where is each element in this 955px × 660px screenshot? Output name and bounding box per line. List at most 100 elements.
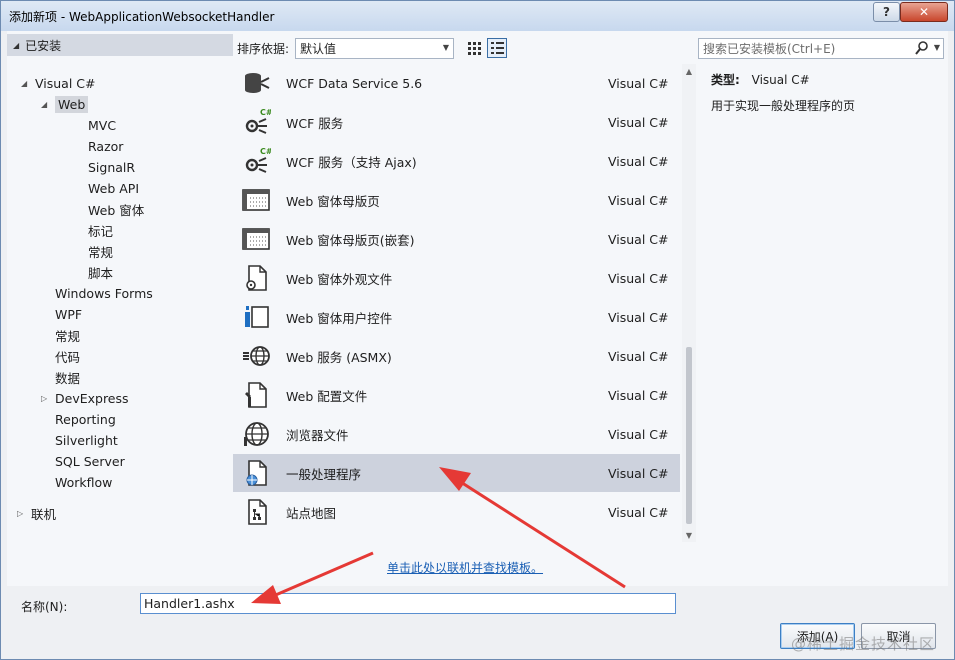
tree-item-label: DevExpress [55, 390, 129, 406]
scroll-thumb[interactable] [686, 347, 692, 524]
tree-item-label: Workflow [55, 474, 113, 490]
tree-item[interactable]: WPF [55, 304, 82, 324]
template-row[interactable]: Web 窗体外观文件 Visual C# [233, 259, 680, 297]
name-label: 名称(N): [21, 600, 68, 614]
template-row[interactable]: Web 窗体母版页 Visual C# [233, 181, 680, 219]
tree-item[interactable]: 代码 [55, 346, 80, 366]
tree-item-label: SignalR [88, 159, 136, 175]
tree-item-label: MVC [88, 117, 117, 133]
tree-item[interactable]: 常规 [88, 241, 113, 261]
tree-item[interactable]: 数据 [55, 367, 80, 387]
type-value: Visual C# [751, 73, 810, 87]
template-row[interactable]: C# WCF 服务 Visual C# [233, 103, 680, 141]
svg-text:C#: C# [260, 147, 271, 156]
description-text: 用于实现一般处理程序的页 [711, 99, 856, 113]
tree-item[interactable]: MVC [88, 115, 116, 135]
expanded-arrow-icon[interactable]: ◢ [21, 79, 35, 88]
template-row[interactable]: Web 窗体用户控件 Visual C# [233, 298, 680, 336]
template-row[interactable]: Web 配置文件 Visual C# [233, 376, 680, 414]
template-name: Web 窗体母版页 [286, 193, 380, 209]
tree-item[interactable]: Razor [88, 136, 123, 156]
tree-item-label: Web [55, 95, 89, 113]
template-language: Visual C# [608, 270, 669, 286]
tree-item[interactable]: 标记 [88, 220, 113, 240]
template-row[interactable]: C# WCF 服务（支持 Ajax) Visual C# [233, 142, 680, 180]
template-language: Visual C# [608, 387, 669, 403]
tree-item-label: Visual C# [35, 75, 96, 91]
tree-item[interactable]: Silverlight [55, 430, 118, 450]
template-language: Visual C# [608, 192, 669, 208]
skin-file-icon [241, 263, 271, 293]
tree-item[interactable]: Reporting [55, 409, 116, 429]
collapsed-arrow-icon[interactable]: ▷ [41, 394, 55, 403]
tree-item[interactable]: Web 窗体 [88, 199, 144, 219]
template-name: 站点地图 [286, 505, 337, 521]
template-name: 一般处理程序 [286, 466, 362, 482]
tree-item[interactable]: 脚本 [88, 262, 113, 282]
list-view-button[interactable] [487, 38, 508, 58]
tree-item-label: 代码 [55, 349, 81, 365]
online-templates-link[interactable]: 单击此处以联机并查找模板。 [387, 559, 543, 576]
template-language: Visual C# [608, 309, 669, 325]
tree-item[interactable]: SignalR [88, 157, 135, 177]
template-language: Visual C# [608, 114, 669, 130]
tree-item-label: 联机 [31, 506, 57, 522]
chevron-down-icon: ▼ [442, 42, 450, 52]
template-row[interactable]: Web 服务 (ASMX) Visual C# [233, 337, 680, 375]
scroll-up-icon[interactable]: ▲ [682, 64, 696, 78]
window-title: 添加新项 - WebApplicationWebsocketHandler [9, 10, 275, 24]
wcf-service-icon: C# [241, 107, 273, 137]
type-label: 类型: [711, 73, 740, 87]
sort-label: 排序依据: [237, 41, 290, 56]
template-language: Visual C# [608, 231, 669, 247]
template-category-tree: ◢ 已安装 ◢ Visual C# ◢ Web MVC Razor SignalR Web A… [7, 31, 233, 586]
tree-item-label: 数据 [55, 370, 81, 386]
tree-item[interactable]: Workflow [55, 472, 112, 492]
template-row[interactable]: 浏览器文件 Visual C# [233, 415, 680, 453]
template-row[interactable]: 一般处理程序 Visual C# [233, 454, 680, 492]
search-icon[interactable] [915, 41, 929, 55]
sort-dropdown[interactable]: 默认值 ▼ [295, 37, 455, 59]
tree-item[interactable]: Web API [88, 178, 139, 198]
expanded-arrow-icon[interactable]: ◢ [41, 100, 55, 109]
collapsed-arrow-icon[interactable]: ▷ [17, 509, 31, 518]
template-name: 浏览器文件 [286, 427, 349, 443]
template-name: Web 窗体母版页(嵌套) [286, 232, 415, 248]
list-view-icon [491, 42, 505, 54]
search-options-chevron-icon[interactable]: ▼ [934, 43, 940, 52]
description-type: 类型: Visual C# [711, 71, 810, 88]
tree-item[interactable]: SQL Server [55, 451, 125, 471]
help-button[interactable]: ? [873, 2, 900, 22]
asmx-service-icon [241, 341, 271, 371]
template-language: Visual C# [608, 504, 669, 520]
tree-item[interactable]: ▷ 联机 [17, 503, 56, 523]
installed-header[interactable]: ◢ 已安装 [7, 34, 233, 56]
scroll-down-icon[interactable]: ▼ [682, 528, 696, 542]
nested-master-page-icon [241, 224, 271, 254]
data-service-icon [241, 68, 271, 98]
sitemap-icon [241, 497, 271, 527]
tree-item[interactable]: Windows Forms [55, 283, 153, 303]
close-button[interactable]: ✕ [900, 2, 948, 22]
tree-item[interactable]: ◢ Visual C# [21, 73, 96, 93]
tree-item-label: 常规 [55, 328, 81, 344]
tree-item[interactable]: 常规 [55, 325, 80, 345]
watermark: @稀土掘金技术社区 [791, 635, 936, 653]
template-row[interactable]: 站点地图 Visual C# [233, 493, 680, 531]
search-input[interactable]: 搜索已安装模板(Ctrl+E) ▼ [698, 38, 944, 59]
grid-view-button[interactable] [464, 38, 484, 58]
template-row[interactable]: Web 窗体母版页(嵌套) Visual C# [233, 220, 680, 258]
template-row[interactable]: WCF Data Service 5.6 Visual C# [233, 64, 680, 102]
template-list-scrollbar[interactable]: ▲ ▼ [682, 64, 696, 542]
tree-item[interactable]: ◢ Web [41, 94, 89, 114]
name-field[interactable]: Handler1.ashx [140, 593, 676, 614]
tree-item[interactable]: ▷ DevExpress [41, 388, 129, 408]
tree-item-label: 常规 [88, 244, 114, 260]
template-name: WCF 服务 [286, 115, 344, 131]
title-bar: 添加新项 - WebApplicationWebsocketHandler ? … [1, 1, 954, 31]
svg-text:C#: C# [260, 108, 271, 117]
generic-handler-icon [241, 458, 271, 488]
template-name: Web 窗体外观文件 [286, 271, 393, 287]
dialog-client: ◢ 已安装 ◢ Visual C# ◢ Web MVC Razor SignalR Web A… [7, 31, 948, 655]
template-language: Visual C# [608, 426, 669, 442]
